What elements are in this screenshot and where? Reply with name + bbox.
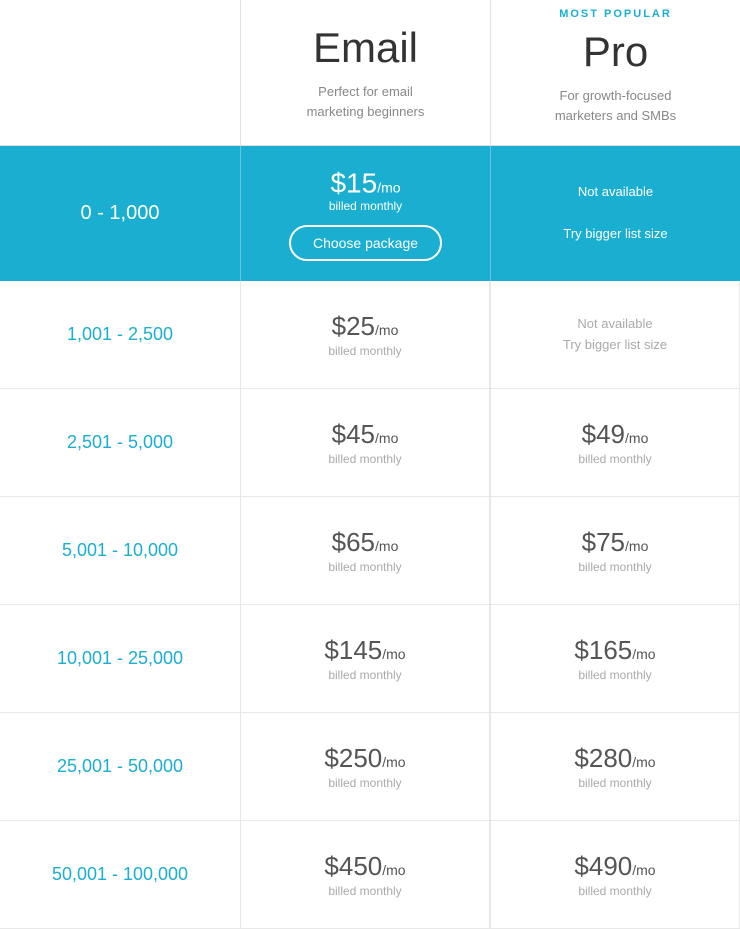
email-price-2501-5000: $45/mo billed monthly xyxy=(240,389,490,496)
range-25001-50000: 25,001 - 50,000 xyxy=(0,713,240,820)
pricing-row-2501-5000: 2,501 - 5,000 $45/mo billed monthly $49/… xyxy=(0,389,740,497)
email-plan-header: Email Perfect for email marketing beginn… xyxy=(240,0,491,145)
email-plan-name: Email xyxy=(261,24,470,72)
email-price-1001-2500: $25/mo billed monthly xyxy=(240,281,490,388)
pro-price-1001-2500: Not available Try bigger list size xyxy=(490,281,740,388)
range-50001-100000: 50,001 - 100,000 xyxy=(0,821,240,928)
pro-price-25001-50000: $280/mo billed monthly xyxy=(490,713,740,820)
pro-plan-name: Pro xyxy=(511,28,720,76)
pricing-row-25001-50000: 25,001 - 50,000 $250/mo billed monthly $… xyxy=(0,713,740,821)
range-header xyxy=(0,0,240,145)
pricing-row-10001-25000: 10,001 - 25,000 $145/mo billed monthly $… xyxy=(0,605,740,713)
pricing-row-1001-2500: 1,001 - 2,500 $25/mo billed monthly Not … xyxy=(0,281,740,389)
range-2501-5000: 2,501 - 5,000 xyxy=(0,389,240,496)
email-price-10001-25000: $145/mo billed monthly xyxy=(240,605,490,712)
range-10001-25000: 10,001 - 25,000 xyxy=(0,605,240,712)
email-price-amount-0-1000: $15/mo xyxy=(330,166,400,199)
pro-plan-header: MOST POPULAR Pro For growth-focused mark… xyxy=(491,0,740,145)
pro-plan-description: For growth-focused marketers and SMBs xyxy=(511,86,720,125)
email-price-5001-10000: $65/mo billed monthly xyxy=(240,497,490,604)
range-0-1000: 0 - 1,000 xyxy=(0,146,240,281)
range-5001-10000: 5,001 - 10,000 xyxy=(0,497,240,604)
choose-package-button[interactable]: Choose package xyxy=(289,225,442,261)
email-plan-description: Perfect for email marketing beginners xyxy=(261,82,470,121)
range-1001-2500: 1,001 - 2,500 xyxy=(0,281,240,388)
email-price-25001-50000: $250/mo billed monthly xyxy=(240,713,490,820)
pro-price-2501-5000: $49/mo billed monthly xyxy=(490,389,740,496)
email-billed-0-1000: billed monthly xyxy=(329,199,402,213)
pricing-row-50001-100000: 50,001 - 100,000 $450/mo billed monthly … xyxy=(0,821,740,929)
header-row: Email Perfect for email marketing beginn… xyxy=(0,0,740,146)
highlight-pricing-row: 0 - 1,000 $15/mo billed monthly Choose p… xyxy=(0,146,740,281)
email-price-50001-100000: $450/mo billed monthly xyxy=(240,821,490,928)
pro-price-5001-10000: $75/mo billed monthly xyxy=(490,497,740,604)
email-price-0-1000: $15/mo billed monthly Choose package xyxy=(240,146,491,281)
most-popular-badge: MOST POPULAR xyxy=(511,8,720,20)
pricing-row-5001-10000: 5,001 - 10,000 $65/mo billed monthly $75… xyxy=(0,497,740,605)
pro-price-10001-25000: $165/mo billed monthly xyxy=(490,605,740,712)
pro-unavailable-0-1000: Not available Try bigger list size xyxy=(491,146,740,281)
pro-price-50001-100000: $490/mo billed monthly xyxy=(490,821,740,928)
